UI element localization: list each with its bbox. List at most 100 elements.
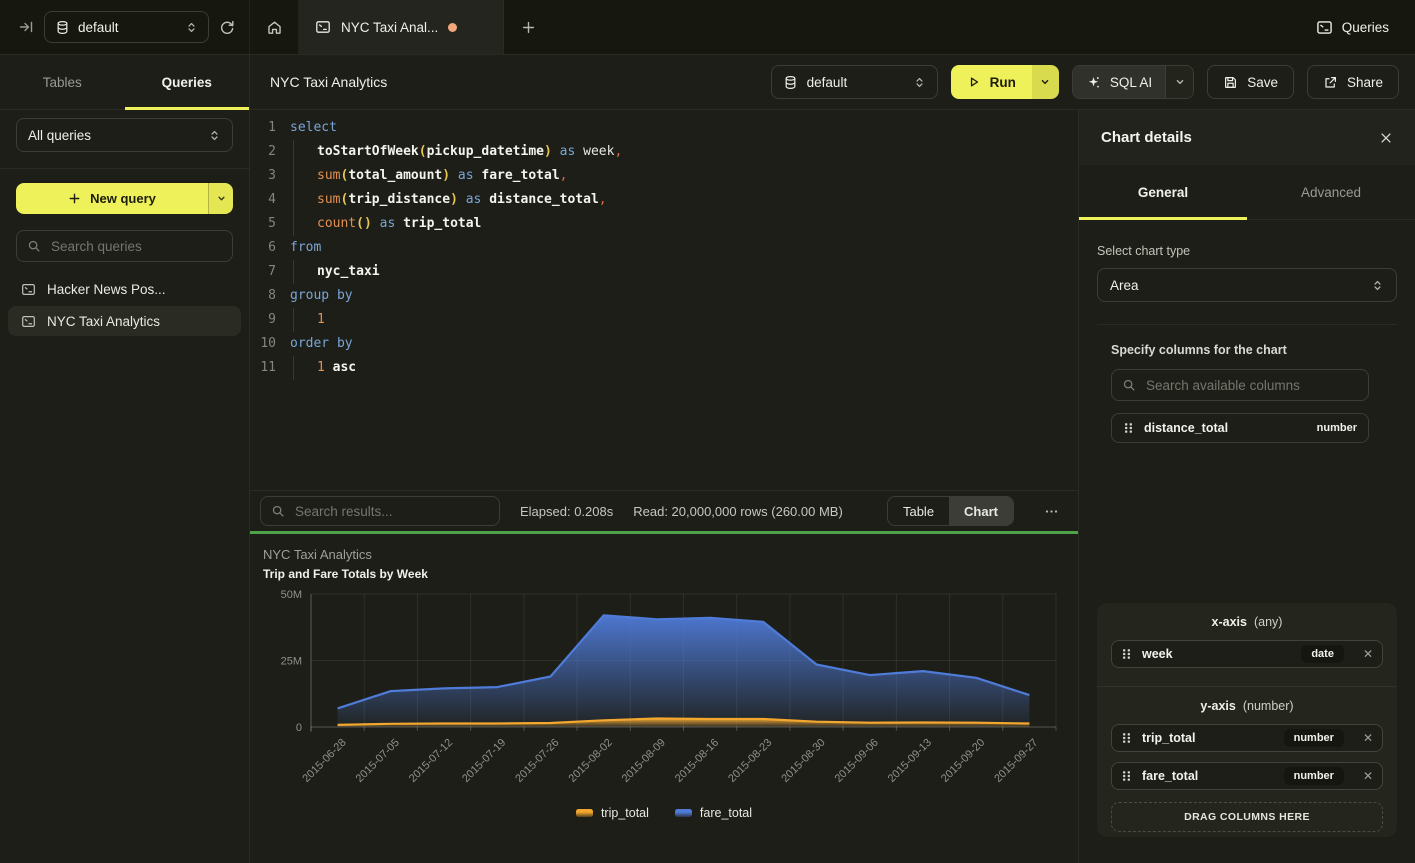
new-query-options-button[interactable] — [208, 183, 233, 214]
divider — [1097, 686, 1397, 687]
save-icon — [1223, 75, 1238, 90]
search-icon — [27, 239, 41, 253]
chevron-down-icon — [1174, 76, 1186, 88]
database-icon — [783, 75, 798, 90]
query-list-item-selected[interactable]: NYC Taxi Analytics — [8, 306, 241, 336]
svg-text:2015-08-30: 2015-08-30 — [779, 737, 827, 785]
refresh-button[interactable] — [219, 19, 235, 35]
search-icon — [1122, 378, 1136, 392]
plus-icon — [521, 20, 536, 35]
remove-column-button[interactable]: ✕ — [1363, 647, 1373, 661]
line-number: 7 — [250, 260, 276, 284]
close-panel-button[interactable] — [1379, 131, 1393, 145]
column-type-badge: date — [1301, 645, 1344, 663]
sql-editor[interactable]: 1select2toStartOfWeek(pickup_datetime) a… — [250, 110, 1078, 490]
search-columns-field[interactable] — [1111, 369, 1369, 401]
axes-config: x-axis(any) week date ✕ y-axis(number) t… — [1097, 603, 1397, 837]
indent-guide — [293, 140, 317, 164]
results-more-button[interactable] — [1034, 504, 1068, 519]
legend-label: fare_total — [700, 806, 752, 820]
code-line: 1select — [250, 116, 1078, 140]
area-chart[interactable]: 025M50M2015-06-282015-07-052015-07-12201… — [250, 580, 1078, 802]
code-line: 6from — [250, 236, 1078, 260]
plus-icon — [68, 192, 81, 205]
search-columns-input[interactable] — [1144, 377, 1358, 394]
indent-guide — [293, 308, 317, 332]
y-axis-header: y-axis(number) — [1111, 699, 1383, 714]
code-line: 8group by — [250, 284, 1078, 308]
new-query-button[interactable]: New query — [16, 183, 208, 214]
indent-guide — [293, 356, 317, 380]
column-name: trip_total — [1142, 731, 1195, 745]
tab-tables-label: Tables — [43, 75, 82, 90]
chart-legend: trip_total fare_total — [250, 806, 1078, 820]
save-button[interactable]: Save — [1207, 65, 1294, 99]
queries-button-label: Queries — [1342, 20, 1389, 35]
new-query-button-label: New query — [90, 191, 156, 206]
line-number: 1 — [250, 116, 276, 140]
database-selector-top[interactable]: default — [44, 11, 209, 43]
column-type-badge: number — [1284, 767, 1344, 785]
divider — [1097, 324, 1397, 325]
legend-item-trip-total[interactable]: trip_total — [576, 806, 649, 820]
column-type-badge: number — [1284, 729, 1344, 747]
sparkles-icon — [1086, 75, 1101, 90]
svg-text:0: 0 — [296, 722, 302, 734]
home-tab-button[interactable] — [250, 0, 299, 54]
available-column-distance-total[interactable]: distance_total number — [1111, 413, 1369, 443]
run-options-button[interactable] — [1032, 65, 1059, 99]
y-axis-column-fare-total[interactable]: fare_total number ✕ — [1111, 762, 1383, 790]
chart-type-value: Area — [1110, 278, 1371, 293]
tab-general[interactable]: General — [1079, 165, 1247, 219]
sql-ai-options-button[interactable] — [1165, 66, 1193, 98]
save-button-label: Save — [1247, 75, 1278, 90]
svg-text:50M: 50M — [281, 589, 302, 601]
legend-item-fare-total[interactable]: fare_total — [675, 806, 752, 820]
remove-column-button[interactable]: ✕ — [1363, 731, 1373, 745]
drop-zone-label: DRAG COLUMNS HERE — [1184, 811, 1310, 823]
x-axis-column-week[interactable]: week date ✕ — [1111, 640, 1383, 668]
new-tab-button[interactable] — [504, 0, 552, 54]
play-icon — [967, 75, 981, 89]
remove-column-button[interactable]: ✕ — [1363, 769, 1373, 783]
code-line: 111 asc — [250, 356, 1078, 380]
svg-text:2015-07-26: 2015-07-26 — [513, 737, 561, 785]
chart-type-select[interactable]: Area — [1097, 268, 1397, 302]
queries-button[interactable]: Queries — [1316, 19, 1389, 36]
sql-console-app: default NYC Taxi Anal... Queries — [0, 0, 1415, 863]
share-button[interactable]: Share — [1307, 65, 1399, 99]
y-axis-column-trip-total[interactable]: trip_total number ✕ — [1111, 724, 1383, 752]
chevron-updown-icon — [1371, 279, 1384, 292]
chart-view-button[interactable]: Chart — [949, 497, 1013, 525]
column-type: number — [1317, 422, 1357, 434]
table-view-label: Table — [903, 504, 934, 519]
query-title: NYC Taxi Analytics — [270, 74, 387, 90]
svg-text:2015-07-12: 2015-07-12 — [407, 737, 455, 785]
svg-text:2015-09-06: 2015-09-06 — [833, 737, 881, 785]
indent-guide — [293, 164, 317, 188]
search-queries-field[interactable] — [16, 230, 233, 262]
queries-filter-select[interactable]: All queries — [16, 118, 233, 152]
collapse-sidebar-button[interactable] — [18, 19, 34, 35]
drop-zone[interactable]: DRAG COLUMNS HERE — [1111, 802, 1383, 832]
table-view-button[interactable]: Table — [888, 497, 949, 525]
sql-ai-button-group: SQL AI — [1072, 65, 1194, 99]
line-number: 5 — [250, 212, 276, 236]
drag-handle-icon — [1121, 732, 1132, 744]
search-queries-input[interactable] — [49, 238, 222, 255]
chevron-updown-icon — [208, 129, 221, 142]
run-button[interactable]: Run — [951, 65, 1032, 99]
search-results-field[interactable] — [260, 496, 500, 526]
queries-sidebar: All queries New query Hacker News Pos... — [0, 110, 250, 863]
tab-tables[interactable]: Tables — [0, 55, 125, 109]
top-bar: default NYC Taxi Anal... Queries — [0, 0, 1415, 55]
y-axis-label: y-axis — [1200, 699, 1235, 713]
search-results-input[interactable] — [293, 503, 489, 520]
line-number: 6 — [250, 236, 276, 260]
query-list-item[interactable]: Hacker News Pos... — [8, 274, 241, 304]
sql-ai-button[interactable]: SQL AI — [1073, 66, 1165, 98]
query-tab[interactable]: NYC Taxi Anal... — [299, 0, 504, 54]
tab-queries[interactable]: Queries — [125, 55, 250, 109]
database-selector[interactable]: default — [771, 65, 938, 99]
tab-advanced[interactable]: Advanced — [1247, 165, 1415, 219]
